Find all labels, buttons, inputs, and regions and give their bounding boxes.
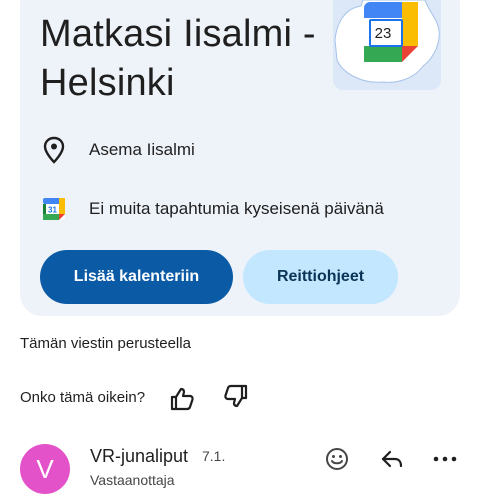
more-icon[interactable] bbox=[429, 443, 461, 475]
sender-name[interactable]: VR-junaliput bbox=[90, 446, 188, 467]
message-date: 7.1. bbox=[202, 448, 226, 464]
based-on-message-text: Tämän viestin perusteella bbox=[20, 335, 191, 352]
feedback-question: Onko tämä oikein? bbox=[20, 389, 146, 406]
directions-button[interactable]: Reittiohjeet bbox=[243, 250, 398, 304]
event-title: Matkasi Iisalmi - Helsinki bbox=[40, 13, 316, 104]
calendar-illustration: 23 bbox=[333, 0, 441, 90]
thumbs-up-icon[interactable] bbox=[167, 384, 197, 414]
reply-icon[interactable] bbox=[376, 443, 408, 475]
google-calendar-icon: 31 bbox=[40, 195, 68, 223]
thumbs-down-icon[interactable] bbox=[221, 381, 251, 411]
svg-text:31: 31 bbox=[48, 206, 57, 215]
message-preview: Vastaanottaja bbox=[90, 472, 175, 488]
sender-avatar[interactable]: V bbox=[20, 444, 70, 494]
calendar-day-number: 23 bbox=[375, 25, 392, 42]
calendar-row[interactable]: 31 Ei muita tapahtumia kyseisenä päivänä bbox=[40, 194, 384, 224]
location-text: Asema Iisalmi bbox=[89, 140, 195, 159]
add-to-calendar-button[interactable]: Lisää kalenteriin bbox=[40, 250, 233, 304]
emoji-icon[interactable] bbox=[321, 443, 353, 475]
location-row[interactable]: Asema Iisalmi bbox=[40, 135, 195, 165]
location-pin-icon bbox=[40, 136, 68, 164]
calendar-note-text: Ei muita tapahtumia kyseisenä päivänä bbox=[89, 199, 384, 218]
